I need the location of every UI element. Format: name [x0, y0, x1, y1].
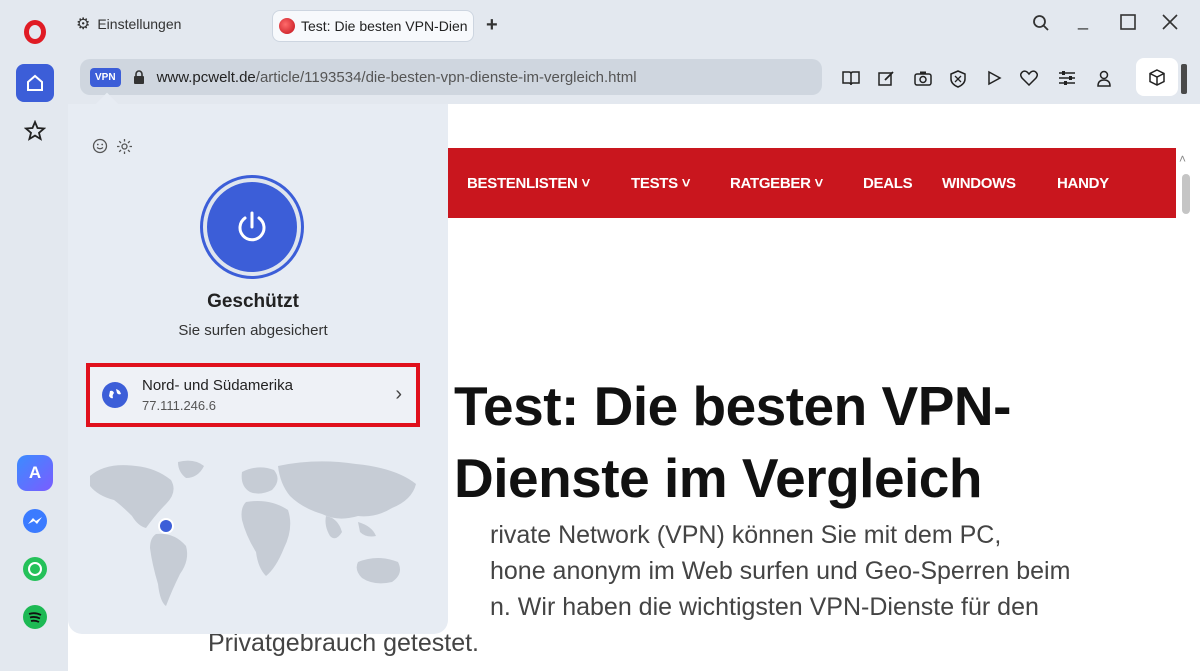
new-tab-button[interactable]: +	[486, 14, 498, 37]
nav-ratgeber[interactable]: RATGEBER ˅	[730, 175, 823, 192]
player-button[interactable]	[986, 70, 1002, 91]
headline-line-2: Dienste im Vergleich	[454, 447, 982, 509]
pcwelt-favicon-icon	[279, 18, 295, 34]
article-headline: Test: Die besten VPN- Dienste im Verglei…	[454, 370, 1011, 514]
vpn-popup: Geschützt Sie surfen abgesichert Nord- u…	[68, 104, 448, 634]
bookmark-heart-button[interactable]	[1019, 70, 1039, 91]
close-icon	[1162, 14, 1178, 30]
tab-active[interactable]: Test: Die besten VPN-Dien	[272, 10, 474, 42]
nav-deals[interactable]: DEALS	[863, 175, 913, 192]
address-bar[interactable]: VPN www.pcwelt.de/article/1193534/die-be…	[80, 59, 822, 95]
sliders-icon	[1059, 71, 1075, 85]
vpn-location-selector[interactable]: Nord- und Südamerika 77.111.246.6 ›	[86, 363, 420, 427]
sidebar: A	[0, 0, 68, 671]
opera-logo-icon[interactable]	[24, 20, 46, 44]
scroll-up-arrow-icon[interactable]: ˄	[1179, 152, 1186, 166]
url-text[interactable]: www.pcwelt.de/article/1193534/die-besten…	[157, 69, 637, 86]
ad-blocker-button[interactable]	[950, 70, 966, 93]
url-domain: www.pcwelt.de	[156, 68, 256, 86]
whatsapp-icon[interactable]	[17, 551, 53, 587]
location-ip: 77.111.246.6	[142, 398, 216, 413]
scrollbar-thumb[interactable]	[1182, 174, 1190, 214]
tab-active-label: Test: Die besten VPN-Dien	[301, 18, 468, 34]
play-icon	[988, 70, 1002, 86]
tab-settings[interactable]: ⚙ Einstellungen	[76, 14, 181, 34]
lock-icon	[133, 70, 144, 84]
maximize-icon	[1120, 14, 1136, 30]
spotify-icon[interactable]	[17, 599, 53, 635]
profile-button[interactable]	[1096, 70, 1112, 92]
gear-icon: ⚙	[76, 16, 91, 33]
location-region: Nord- und Südamerika	[142, 377, 293, 394]
vpn-power-button[interactable]	[203, 178, 301, 276]
minimize-button[interactable]: _	[1078, 10, 1088, 31]
vpn-status-title: Geschützt	[207, 291, 299, 312]
nav-handy[interactable]: HANDY	[1057, 175, 1109, 192]
search-tabs-button[interactable]	[1032, 14, 1050, 37]
search-icon	[1033, 15, 1049, 31]
messenger-icon[interactable]	[17, 503, 53, 539]
nav-windows[interactable]: WINDOWS	[942, 175, 1016, 192]
power-icon	[238, 211, 266, 242]
headline-line-1: Test: Die besten VPN-	[454, 375, 1011, 437]
favorites-button[interactable]	[16, 112, 54, 150]
chevron-right-icon: ›	[395, 383, 402, 405]
tab-settings-label: Einstellungen	[97, 16, 182, 32]
menu-dots-icon[interactable]	[1181, 64, 1187, 94]
reader-mode-button[interactable]	[842, 70, 860, 91]
nav-tests[interactable]: TESTS ˅	[631, 175, 690, 192]
app-store-icon[interactable]: A	[17, 455, 53, 491]
popup-icon-row	[92, 138, 133, 160]
snapshot-button[interactable]	[914, 70, 932, 91]
easy-setup-button[interactable]	[1058, 70, 1076, 91]
home-button[interactable]	[16, 64, 54, 102]
edit-button[interactable]	[878, 70, 895, 92]
vpn-badge[interactable]: VPN	[90, 67, 121, 87]
maximize-button[interactable]	[1120, 14, 1136, 35]
person-icon	[1097, 70, 1111, 87]
shield-icon	[950, 70, 966, 88]
tab-bar: ⚙ Einstellungen Test: Die besten VPN-Die…	[68, 0, 1200, 54]
globe-icon	[102, 382, 128, 408]
edit-icon	[878, 71, 894, 86]
url-path: /article/1193534/die-besten-vpn-dienste-…	[255, 68, 637, 86]
extensions-button[interactable]	[1136, 58, 1178, 96]
camera-icon	[914, 71, 932, 86]
nav-bestenlisten[interactable]: BESTENLISTEN ˅	[467, 175, 590, 192]
vpn-status-subtitle: Sie surfen abgesichert	[178, 322, 328, 339]
location-text: Nord- und Südamerika 77.111.246.6	[142, 377, 293, 413]
close-window-button[interactable]	[1162, 14, 1178, 35]
address-row: VPN www.pcwelt.de/article/1193534/die-be…	[68, 54, 1200, 104]
home-icon	[27, 74, 43, 91]
book-icon	[842, 71, 860, 86]
vpn-settings-gear-icon[interactable]	[116, 138, 133, 160]
smiley-icon[interactable]	[92, 138, 108, 160]
cube-icon	[1149, 68, 1165, 86]
heart-icon	[1019, 70, 1039, 87]
star-icon	[24, 120, 46, 141]
world-map	[90, 460, 416, 606]
